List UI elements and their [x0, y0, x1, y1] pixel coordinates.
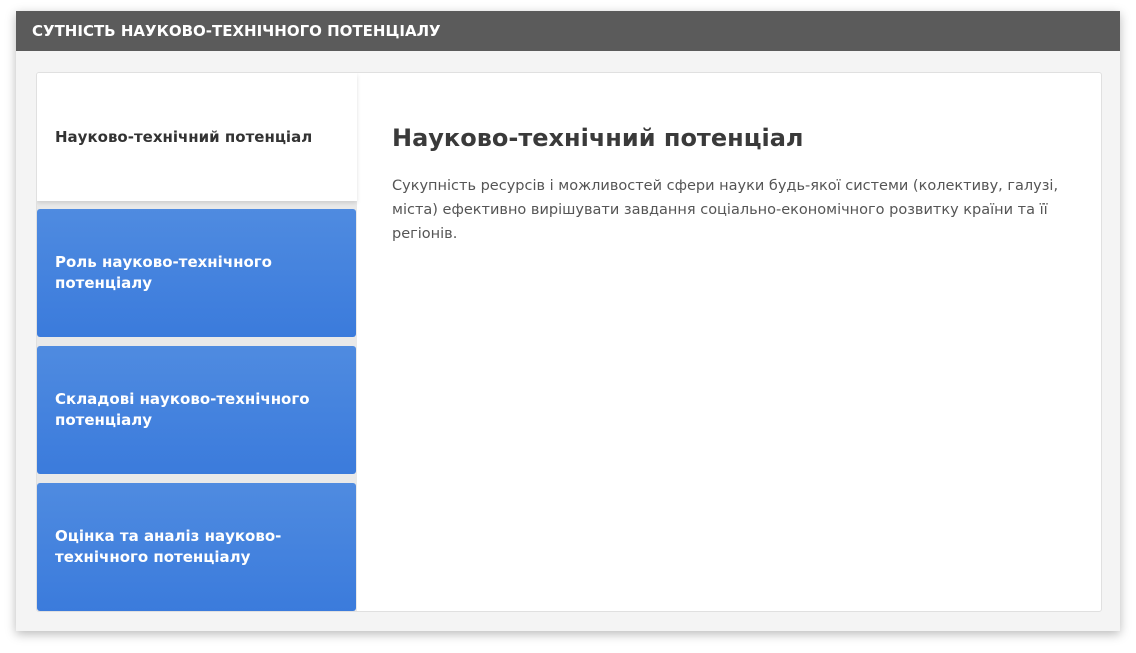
tab-label: Складові науково-технічного потенціалу: [55, 390, 310, 429]
tab-role-of-potential[interactable]: Роль науково-технічного потенціалу: [37, 209, 356, 337]
content-heading: Науково-технічний потенціал: [392, 124, 804, 152]
tab-label: Науково-технічний потенціал: [55, 127, 313, 146]
tab-label: Оцінка та аналіз науково-технічного поте…: [55, 527, 282, 566]
tab-components-of-potential[interactable]: Складові науково-технічного потенціалу: [37, 346, 356, 474]
content-body: Сукупність ресурсів і можливостей сфери …: [392, 178, 1059, 242]
widget-title: СУТНІСТЬ НАУКОВО-ТЕХНІЧНОГО ПОТЕНЦІАЛУ: [32, 22, 441, 40]
widget-header: СУТНІСТЬ НАУКОВО-ТЕХНІЧНОГО ПОТЕНЦІАЛУ: [16, 11, 1120, 51]
tab-content: Науково-технічний потенціал Сукупність р…: [392, 124, 1072, 246]
tab-assessment-and-analysis[interactable]: Оцінка та аналіз науково-технічного поте…: [37, 483, 356, 611]
tab-list: Науково-технічний потенціал Роль науково…: [37, 73, 357, 611]
tab-scientific-technical-potential[interactable]: Науково-технічний потенціал: [37, 73, 357, 201]
tab-panel: Науково-технічний потенціал Роль науково…: [36, 72, 1102, 612]
tab-label: Роль науково-технічного потенціалу: [55, 253, 272, 292]
tabs-widget: СУТНІСТЬ НАУКОВО-ТЕХНІЧНОГО ПОТЕНЦІАЛУ Н…: [16, 11, 1120, 631]
